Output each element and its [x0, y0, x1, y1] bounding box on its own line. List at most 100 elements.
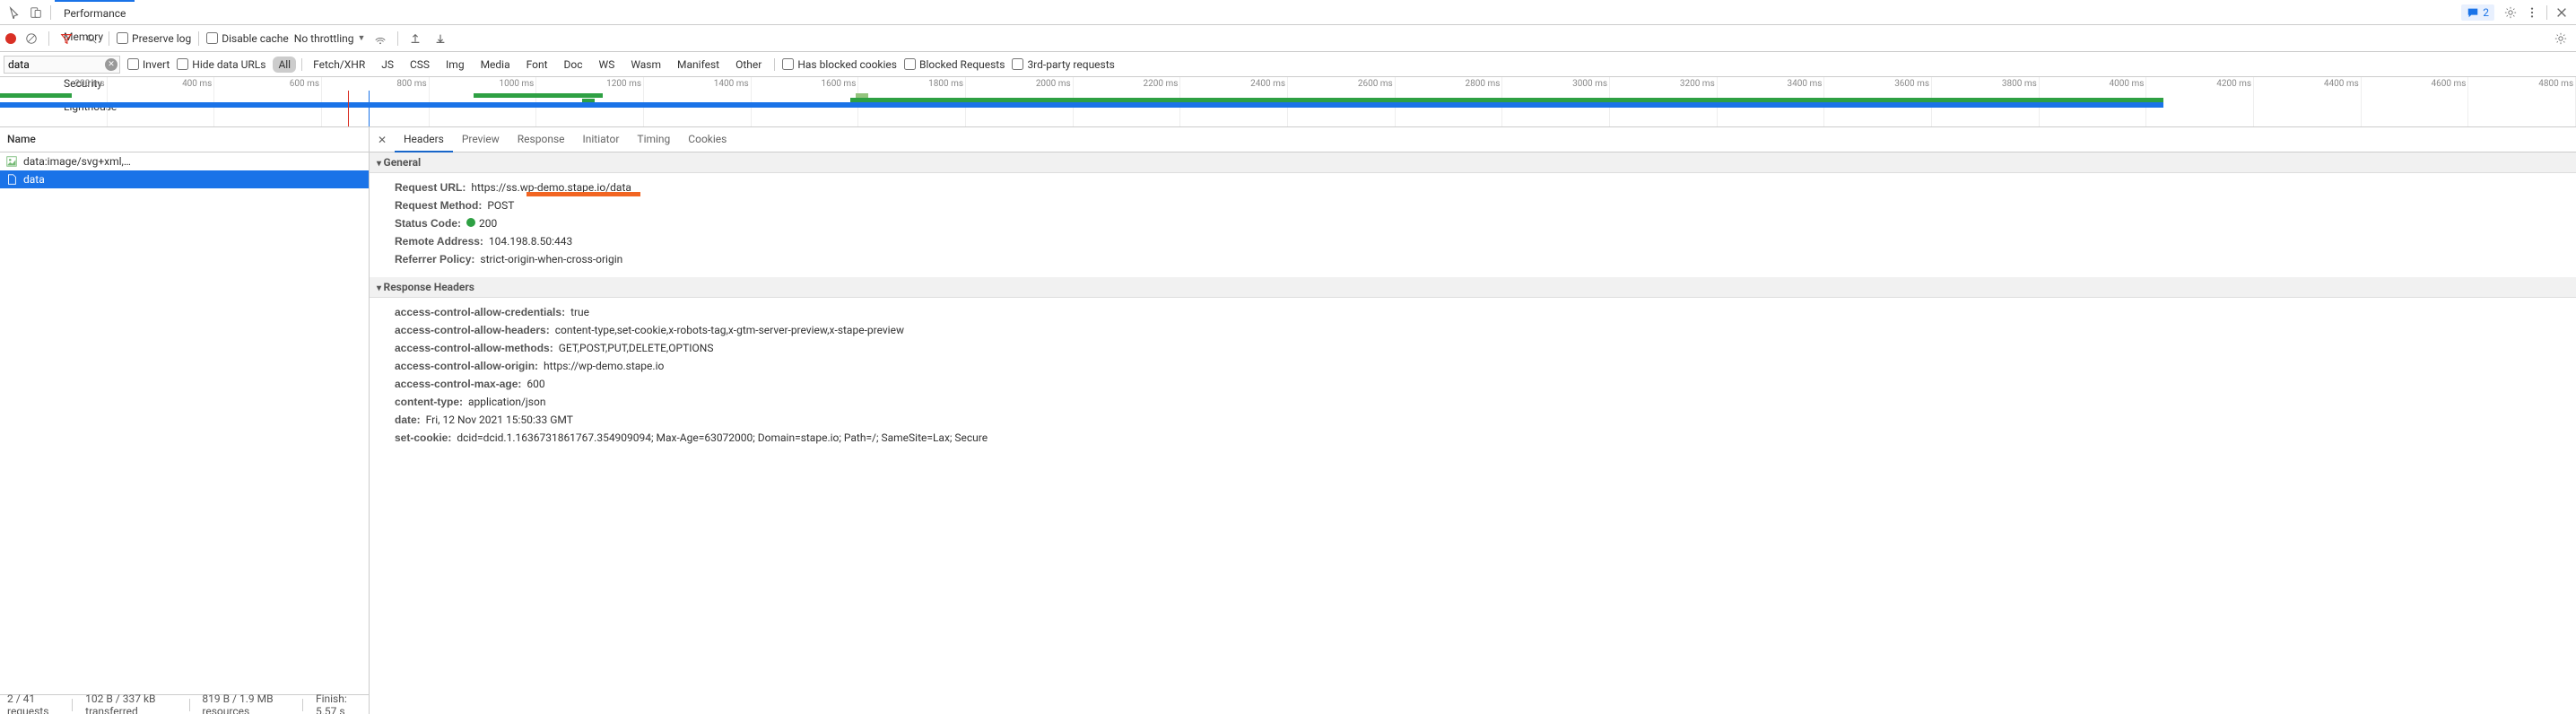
header-row: date: Fri, 12 Nov 2021 15:50:33 GMT	[370, 411, 2576, 429]
header-row: Remote Address: 104.198.8.50:443	[370, 232, 2576, 250]
import-har-icon[interactable]	[405, 29, 425, 48]
detail-tab-initiator[interactable]: Initiator	[574, 127, 629, 152]
header-key: set-cookie:	[395, 431, 451, 444]
filter-icon[interactable]	[57, 29, 76, 48]
header-value: 600	[527, 378, 544, 390]
header-value: 200	[466, 217, 497, 230]
header-value: Fri, 12 Nov 2021 15:50:33 GMT	[426, 414, 573, 426]
request-row[interactable]: data:image/svg+xml,…	[0, 152, 369, 170]
header-key: Status Code:	[395, 217, 461, 230]
type-filter-ws[interactable]: WS	[594, 57, 621, 73]
header-key: Request URL:	[395, 181, 466, 194]
devtools-main-tabs: ElementsConsoleSourcesNetworkPerformance…	[0, 0, 2576, 25]
header-value: dcid=dcid.1.1636731861767.354909094; Max…	[457, 431, 988, 444]
type-filter-all[interactable]: All	[273, 57, 296, 73]
network-conditions-icon[interactable]	[370, 29, 390, 48]
request-detail-panel: ✕ HeadersPreviewResponseInitiatorTimingC…	[370, 127, 2576, 714]
blocked-requests-checkbox[interactable]: Blocked Requests	[904, 58, 1005, 71]
detail-tab-timing[interactable]: Timing	[628, 127, 679, 152]
disable-cache-checkbox[interactable]: Disable cache	[206, 32, 289, 45]
messages-badge[interactable]: 2	[2461, 4, 2494, 21]
export-har-icon[interactable]	[431, 29, 450, 48]
header-key: Request Method:	[395, 199, 482, 212]
header-value: GET,POST,PUT,DELETE,OPTIONS	[559, 342, 714, 354]
record-button[interactable]	[5, 33, 16, 44]
close-detail-icon[interactable]: ✕	[373, 134, 391, 146]
header-row: access-control-max-age:600	[370, 375, 2576, 393]
header-value: true	[570, 306, 589, 318]
type-filter-fetchxhr[interactable]: Fetch/XHR	[308, 57, 370, 73]
file-icon	[5, 173, 18, 186]
transferred-size: 102 B / 337 kB transferred	[85, 692, 177, 714]
header-row: access-control-allow-headers: content-typ…	[370, 321, 2576, 339]
network-toolbar: Preserve log Disable cache No throttling…	[0, 25, 2576, 52]
status-bar: 2 / 41 requests 102 B / 337 kB transferr…	[0, 694, 369, 714]
messages-count: 2	[2483, 6, 2489, 19]
header-row: Status Code: 200	[370, 214, 2576, 232]
header-row: Request Method: POST	[370, 196, 2576, 214]
filter-input[interactable]	[4, 56, 120, 74]
detail-tab-response[interactable]: Response	[509, 127, 574, 152]
settings-icon[interactable]	[2500, 2, 2521, 23]
type-filter-manifest[interactable]: Manifest	[672, 57, 725, 73]
detail-tab-cookies[interactable]: Cookies	[679, 127, 735, 152]
more-icon[interactable]	[2521, 2, 2543, 23]
header-row: set-cookie: dcid=dcid.1.1636731861767.354…	[370, 429, 2576, 447]
preserve-log-checkbox[interactable]: Preserve log	[117, 32, 191, 45]
type-filter-font[interactable]: Font	[521, 57, 553, 73]
detail-tab-headers[interactable]: Headers	[395, 127, 453, 152]
tab-performance[interactable]: Performance	[55, 2, 135, 25]
timeline-overview[interactable]: 200 ms400 ms600 ms800 ms1000 ms1200 ms14…	[0, 77, 2576, 127]
type-filter-img[interactable]: Img	[440, 57, 470, 73]
header-value: strict-origin-when-cross-origin	[480, 253, 622, 266]
header-row: access-control-allow-credentials: true	[370, 303, 2576, 321]
header-value: application/json	[468, 396, 545, 408]
section-general[interactable]: General	[370, 152, 2576, 173]
type-filter-media[interactable]: Media	[475, 57, 516, 73]
type-filter-js[interactable]: JS	[376, 57, 399, 73]
device-toggle-icon[interactable]	[25, 2, 47, 23]
clear-icon[interactable]	[22, 29, 41, 48]
header-row: Request URL: https://ss.wp-demo.stape.io/…	[370, 178, 2576, 196]
type-filter-other[interactable]: Other	[730, 57, 767, 73]
header-key: content-type:	[395, 396, 463, 408]
invert-checkbox[interactable]: Invert	[127, 58, 170, 71]
header-value: POST	[487, 199, 514, 212]
header-key: Remote Address:	[395, 235, 483, 248]
status-dot-icon	[466, 218, 475, 227]
search-icon[interactable]	[82, 29, 101, 48]
header-key: date:	[395, 414, 421, 426]
header-value: 104.198.8.50:443	[489, 235, 572, 248]
request-count: 2 / 41 requests	[7, 692, 59, 714]
type-filter-doc[interactable]: Doc	[559, 57, 588, 73]
third-party-checkbox[interactable]: 3rd-party requests	[1012, 58, 1114, 71]
name-column-header[interactable]: Name	[0, 127, 369, 152]
hide-data-urls-checkbox[interactable]: Hide data URLs	[177, 58, 265, 71]
header-key: access-control-allow-origin:	[395, 360, 538, 372]
request-row[interactable]: data	[0, 170, 369, 188]
throttling-select[interactable]: No throttling▼	[294, 32, 366, 45]
request-name: data	[23, 173, 45, 186]
blocked-cookies-checkbox[interactable]: Has blocked cookies	[782, 58, 897, 71]
section-response-headers[interactable]: Response Headers	[370, 277, 2576, 298]
header-row: access-control-allow-methods: GET,POST,PU…	[370, 339, 2576, 357]
header-value: content-type,set-cookie,x-robots-tag,x-g…	[555, 324, 904, 336]
filter-bar: ✕ Invert Hide data URLs All Fetch/XHR JS CS…	[0, 52, 2576, 77]
header-key: access-control-allow-credentials:	[395, 306, 565, 318]
request-name: data:image/svg+xml,…	[23, 155, 131, 168]
type-filter-wasm[interactable]: Wasm	[625, 57, 666, 73]
type-filter-css[interactable]: CSS	[405, 57, 435, 73]
detail-tab-preview[interactable]: Preview	[453, 127, 509, 152]
header-value: https://ss.wp-demo.stape.io/data	[471, 181, 631, 194]
image-icon	[5, 155, 18, 168]
header-row: content-type: application/json	[370, 393, 2576, 411]
header-key: access-control-allow-headers:	[395, 324, 550, 336]
close-devtools-icon[interactable]	[2551, 2, 2572, 23]
header-key: access-control-allow-methods:	[395, 342, 553, 354]
request-list-panel: Name data:image/svg+xml,… data 2 / 41 req…	[0, 127, 370, 714]
clear-filter-icon[interactable]: ✕	[105, 58, 117, 71]
network-settings-icon[interactable]	[2551, 29, 2571, 48]
chevron-down-icon: ▼	[358, 33, 366, 43]
header-key: Referrer Policy:	[395, 253, 474, 266]
inspect-icon[interactable]	[4, 2, 25, 23]
